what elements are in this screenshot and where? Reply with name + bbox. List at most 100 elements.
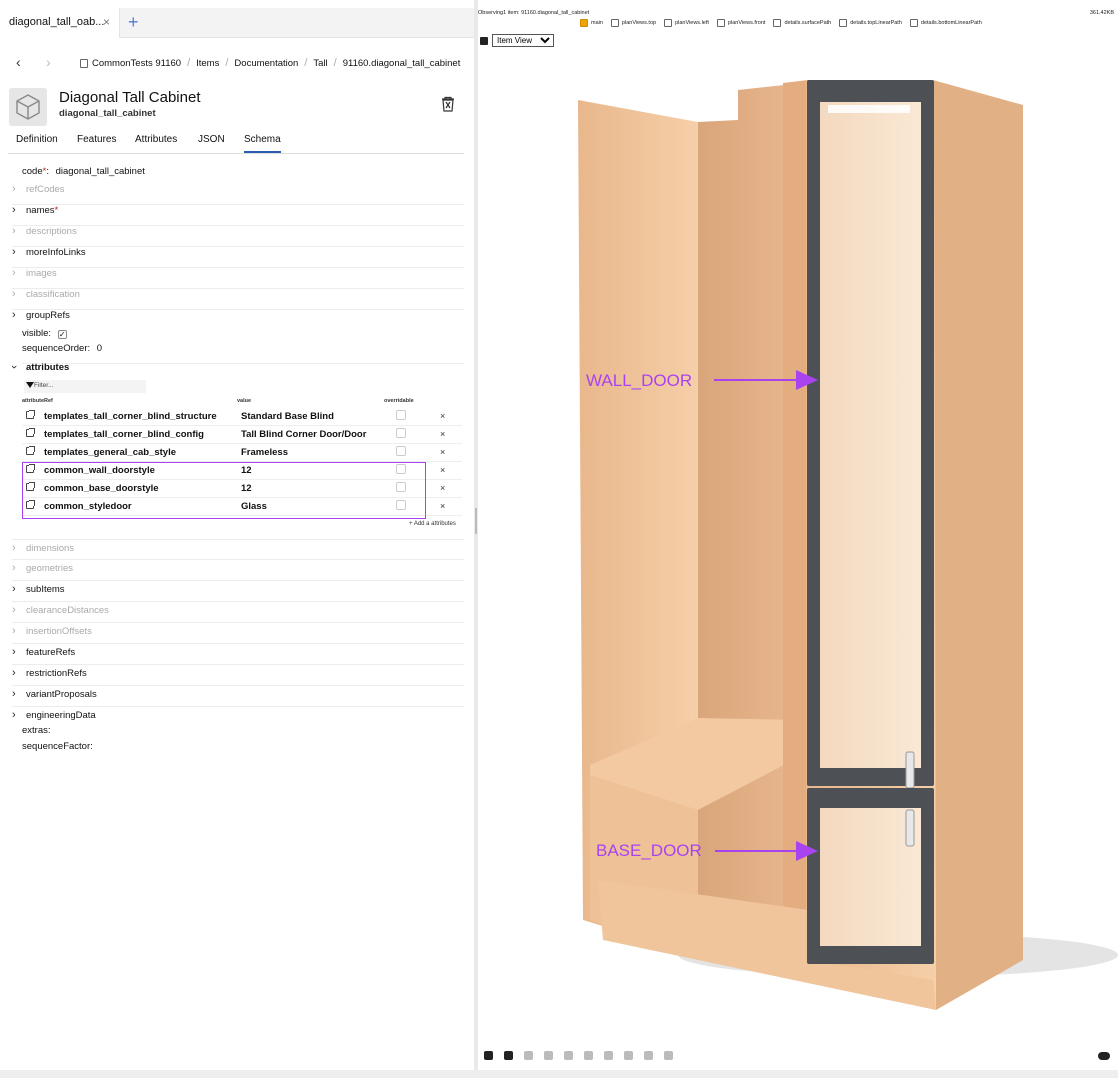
layer-planviews-top[interactable]: planViews.top [610, 19, 656, 27]
chevron-right-icon[interactable]: › [12, 204, 16, 216]
filter-placeholder: Filter... [34, 382, 54, 389]
remove-attribute-icon[interactable]: × [440, 429, 445, 439]
chevron-right-icon: › [12, 183, 16, 195]
tree-row-images: › images [12, 267, 464, 289]
code-value[interactable]: diagonal_tall_cabinet [56, 166, 145, 177]
tree-row-label: dimensions [26, 543, 75, 554]
chevron-right-icon[interactable]: › [12, 709, 16, 721]
layer-checkbox[interactable] [580, 19, 588, 27]
chevron-right-icon[interactable]: › [12, 583, 16, 595]
tree-row-restrictionrefs[interactable]: › restrictionRefs [12, 665, 464, 686]
add-attributes-button[interactable]: + Add a attributes [409, 521, 456, 527]
bottom-strip [0, 1070, 1118, 1078]
attribute-row: templates_general_cab_style Frameless × [22, 444, 462, 462]
tree-row-featurerefs[interactable]: › featureRefs [12, 644, 464, 665]
layer-checkbox[interactable] [716, 19, 725, 27]
palette-icon[interactable] [484, 1051, 493, 1060]
layer-checkbox[interactable] [909, 19, 918, 27]
attribute-row: templates_tall_corner_blind_structure St… [22, 408, 462, 426]
tab-schema[interactable]: Schema [244, 134, 281, 153]
chevron-right-icon[interactable]: › [12, 646, 16, 658]
ruler-icon[interactable] [584, 1051, 593, 1060]
required-mark: * [54, 205, 59, 216]
cabinet-3d-render[interactable]: WALL_DOOR BASE_DOOR [478, 50, 1118, 1040]
layer-planviews-front[interactable]: planViews.front [716, 19, 765, 27]
dots-grid-icon[interactable] [624, 1051, 633, 1060]
external-link-icon[interactable] [26, 446, 35, 455]
cloud-download-icon[interactable] [1098, 1052, 1110, 1060]
breadcrumb-item-documentation[interactable]: Documentation [234, 58, 298, 69]
item-thumbnail [9, 88, 47, 126]
tab-json[interactable]: JSON [198, 134, 225, 145]
highlight-box [22, 462, 426, 519]
tab-definition[interactable]: Definition [16, 134, 58, 145]
layer-planviews-left[interactable]: planViews.left [664, 19, 709, 27]
layer-label: planViews.left [675, 20, 709, 26]
overridable-checkbox[interactable] [396, 428, 406, 438]
breadcrumb-item-tall[interactable]: Tall [313, 58, 327, 69]
attribute-value[interactable]: Tall Blind Corner Door/Door [241, 429, 366, 440]
tree-row-moreinfolinks[interactable]: › moreInfoLinks [12, 246, 464, 268]
3d-viewer-panel: Observing1 item: 91160.diagonal_tall_cab… [478, 0, 1118, 1070]
chevron-right-icon[interactable]: › [12, 667, 16, 679]
tab-features[interactable]: Features [77, 134, 116, 145]
remove-attribute-icon[interactable]: × [440, 483, 445, 493]
app-window: diagonal_tall_oab... × + ‹ › CommonTests… [0, 0, 1118, 1078]
chevron-down-icon[interactable]: › [8, 365, 20, 369]
remove-attribute-icon[interactable]: × [440, 501, 445, 511]
wall-door-annotation: WALL_DOOR [586, 371, 692, 390]
attribute-ref: templates_tall_corner_blind_config [44, 429, 204, 440]
layer-checkbox[interactable] [610, 19, 619, 27]
sequence-order-value[interactable]: 0 [97, 343, 102, 354]
tree-row-names[interactable]: › names* [12, 204, 464, 226]
attribute-value[interactable]: Standard Base Blind [241, 411, 334, 422]
breadcrumb-item-library[interactable]: CommonTests 91160 [92, 58, 181, 69]
observing-status: Observing1 item: 91160.diagonal_tall_cab… [478, 10, 590, 16]
remove-attribute-icon[interactable]: × [440, 447, 445, 457]
overridable-checkbox[interactable] [396, 410, 406, 420]
attribute-value[interactable]: Frameless [241, 447, 288, 458]
attribute-ref: templates_general_cab_style [44, 447, 177, 458]
chevron-right-icon[interactable]: › [12, 688, 16, 700]
layer-main[interactable]: main [580, 19, 603, 27]
visible-checkbox[interactable]: ✓ [57, 330, 67, 339]
image-icon[interactable] [664, 1051, 673, 1060]
chevron-right-icon[interactable]: › [12, 246, 16, 258]
breadcrumb-separator: / [187, 57, 191, 69]
layer-details-toplinearpath[interactable]: details.topLinearPath [839, 19, 902, 27]
item-header: Diagonal Tall Cabinet diagonal_tall_cabi… [0, 86, 474, 126]
grid-icon[interactable] [504, 1051, 513, 1060]
remove-attribute-icon[interactable]: × [440, 411, 445, 421]
box-icon[interactable] [544, 1051, 553, 1060]
external-link-icon[interactable] [26, 428, 35, 437]
document-tab[interactable]: diagonal_tall_oab... × [0, 8, 120, 38]
layer-checkbox[interactable] [773, 19, 782, 27]
breadcrumb-item-items[interactable]: Items [196, 58, 219, 69]
hierarchy-icon[interactable] [644, 1051, 653, 1060]
target-icon[interactable] [604, 1051, 613, 1060]
splitter-grip[interactable] [475, 508, 477, 534]
overridable-checkbox[interactable] [396, 446, 406, 456]
tab-attributes[interactable]: Attributes [135, 134, 177, 145]
tree-row-label: engineeringData [26, 710, 96, 721]
delete-icon[interactable] [440, 96, 456, 112]
layer-details-bottomlinearpath[interactable]: details.bottomLinearPath [909, 19, 982, 27]
tree-row-label: variantProposals [26, 689, 97, 700]
remove-attribute-icon[interactable]: × [440, 465, 445, 475]
external-link-icon[interactable] [26, 410, 35, 419]
tree-row-variantproposals[interactable]: › variantProposals [12, 686, 464, 707]
compass-icon[interactable] [524, 1051, 533, 1060]
layer-details-surfacepath[interactable]: details.surfacePath [773, 19, 831, 27]
close-tab-icon[interactable]: × [103, 15, 110, 29]
pencil-icon[interactable] [564, 1051, 573, 1060]
layer-checkbox[interactable] [839, 19, 848, 27]
back-arrow-icon[interactable]: ‹ [16, 54, 21, 70]
tree-row-subitems[interactable]: › subItems [12, 581, 464, 602]
forward-arrow-icon[interactable]: › [46, 54, 51, 70]
view-mode-select[interactable]: Item View [492, 34, 554, 47]
tree-row-clearancedistances: › clearanceDistances [12, 602, 464, 623]
attribute-filter-input[interactable]: Filter... [24, 380, 146, 393]
new-tab-button[interactable]: + [128, 12, 139, 33]
layer-checkbox[interactable] [664, 19, 673, 27]
chevron-right-icon[interactable]: › [12, 309, 16, 321]
